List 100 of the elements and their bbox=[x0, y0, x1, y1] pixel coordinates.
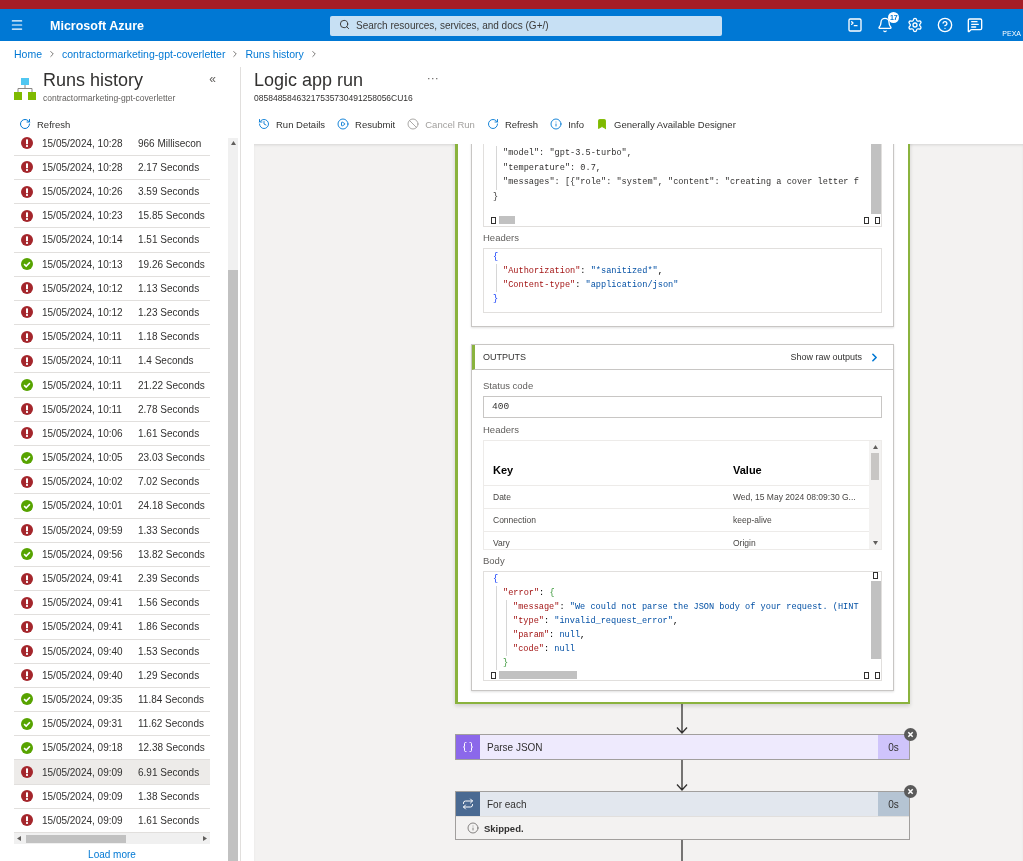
prohibited-icon bbox=[407, 118, 420, 130]
run-date: 15/05/2024, 10:11 bbox=[42, 403, 123, 415]
run-date: 15/05/2024, 09:56 bbox=[42, 548, 124, 560]
terminal-icon bbox=[847, 17, 864, 33]
run-date: 15/05/2024, 09:40 bbox=[42, 645, 124, 657]
run-duration: 15.85 Seconds bbox=[138, 210, 205, 222]
table-cell-text: Connection bbox=[492, 514, 537, 526]
run-date: 15/05/2024, 09:41 bbox=[42, 597, 124, 609]
breadcrumb-link[interactable]: Home bbox=[14, 48, 42, 60]
code-line: "type": "invalid_request_error", bbox=[513, 615, 680, 628]
code-line: "error": { bbox=[503, 587, 556, 600]
run-date: 15/05/2024, 10:11 bbox=[42, 331, 123, 343]
run-row[interactable]: 15/05/2024, 10:28 966 Millisecon bbox=[14, 134, 210, 156]
more-button[interactable]: ··· bbox=[426, 72, 439, 84]
workflow-icon bbox=[14, 78, 36, 100]
scroll-button-icon bbox=[491, 216, 496, 224]
connector-arrow bbox=[676, 704, 688, 734]
scroll-right-icon bbox=[203, 836, 207, 841]
help-icon bbox=[937, 17, 954, 33]
scrollbar-thumb bbox=[871, 453, 879, 480]
code-line: "message": "We could not parse the JSON body of your request. (HINT bbox=[513, 601, 860, 614]
settings-button[interactable] bbox=[907, 17, 924, 33]
run-duration: 1.18 Seconds bbox=[138, 331, 200, 343]
x-circle-icon bbox=[904, 785, 917, 798]
table-cell-text: keep-alive bbox=[732, 514, 773, 526]
run-duration: 6.91 Seconds bbox=[138, 766, 200, 778]
breadcrumb-link[interactable]: Runs history bbox=[245, 48, 304, 60]
table-cell-text: Vary bbox=[492, 537, 511, 549]
run-date: 15/05/2024, 09:09 bbox=[42, 766, 124, 778]
run-date: 15/05/2024, 10:12 bbox=[42, 282, 124, 294]
step-card[interactable]: Parse JSON 0s bbox=[455, 734, 910, 760]
run-date: 15/05/2024, 10:01 bbox=[42, 500, 124, 512]
designer-button[interactable]: Generally Available Designer bbox=[596, 114, 736, 134]
status-code-field: 400 bbox=[483, 396, 882, 418]
run-date: 15/05/2024, 10:05 bbox=[42, 452, 124, 464]
show-raw-outputs-link[interactable]: Show raw outputs bbox=[790, 350, 881, 364]
code-line: { bbox=[493, 573, 500, 586]
table-header-cell-text: Key bbox=[492, 463, 515, 477]
field-label: Headers bbox=[483, 232, 520, 244]
collapse-button[interactable]: « bbox=[209, 73, 216, 85]
code-line: { bbox=[493, 251, 500, 264]
code-line: "model": "gpt-3.5-turbo", bbox=[503, 147, 633, 160]
history-icon bbox=[258, 118, 270, 130]
scroll-up-icon bbox=[230, 141, 236, 145]
run-date: 15/05/2024, 09:59 bbox=[42, 524, 124, 536]
run-duration: 1.13 Seconds bbox=[138, 282, 200, 294]
run-date: 15/05/2024, 10:23 bbox=[42, 210, 124, 222]
menu-icon bbox=[10, 18, 24, 32]
scroll-up-icon bbox=[872, 445, 878, 449]
run-duration: 13.82 Seconds bbox=[138, 548, 205, 560]
run-duration: 2.39 Seconds bbox=[138, 573, 200, 585]
loop-icon bbox=[456, 792, 480, 816]
search-icon bbox=[339, 19, 350, 30]
run-date: 15/05/2024, 10:11 bbox=[42, 355, 123, 367]
run-date: 15/05/2024, 10:28 bbox=[42, 137, 124, 149]
run-date: 15/05/2024, 09:41 bbox=[42, 621, 124, 633]
terminal-button[interactable] bbox=[847, 17, 864, 33]
feedback-button[interactable] bbox=[967, 17, 984, 33]
run-duration: 1.23 Seconds bbox=[138, 306, 200, 318]
run-duration: 3.59 Seconds bbox=[138, 186, 200, 198]
step-card[interactable]: For each 0s Skipped. bbox=[455, 791, 910, 840]
code-line: "temperature": 0.7, bbox=[503, 161, 602, 175]
run-duration: 1.38 Seconds bbox=[138, 790, 200, 802]
run-row[interactable]: 15/05/2024, 09:09 6.91 Seconds bbox=[14, 760, 210, 785]
run-duration: 1.56 Seconds bbox=[138, 597, 200, 609]
table-cell-text: Date bbox=[492, 491, 512, 503]
bookmark-icon bbox=[596, 118, 608, 130]
run-date: 15/05/2024, 09:40 bbox=[42, 669, 124, 681]
field-label: Status code bbox=[483, 380, 535, 392]
run-date: 15/05/2024, 10:02 bbox=[42, 476, 124, 488]
code-line: } bbox=[503, 657, 510, 670]
connector-arrow bbox=[676, 760, 688, 791]
code-line: "Content-type": "application/json" bbox=[503, 279, 680, 292]
play-circle-icon bbox=[337, 118, 350, 130]
info-button[interactable]: Info bbox=[550, 114, 584, 134]
table-cell-text: Wed, 15 May 2024 08:09:30 G... bbox=[732, 491, 857, 503]
refresh-button[interactable]: Refresh bbox=[486, 114, 539, 134]
brand-name[interactable]: Microsoft Azure bbox=[50, 19, 144, 33]
settings-icon bbox=[907, 17, 924, 33]
speech-bubble-icon bbox=[967, 17, 984, 33]
run-duration: 966 Millisecon bbox=[138, 137, 202, 149]
load-more-link[interactable]: Load more bbox=[88, 849, 136, 861]
run-duration: 1.29 Seconds bbox=[138, 669, 200, 681]
table-cell-text: Origin bbox=[732, 537, 757, 549]
chevron-right-icon bbox=[47, 49, 57, 59]
run-duration: 1.61 Seconds bbox=[138, 814, 200, 826]
help-button[interactable] bbox=[937, 17, 954, 33]
menu-button[interactable] bbox=[10, 18, 24, 32]
run-date: 15/05/2024, 10:26 bbox=[42, 186, 124, 198]
refresh-button[interactable]: Refresh bbox=[19, 114, 71, 134]
run-duration: 23.03 Seconds bbox=[138, 452, 205, 464]
run-duration: 1.86 Seconds bbox=[138, 621, 200, 633]
run-details-button[interactable]: Run Details bbox=[258, 114, 326, 134]
run-duration: 2.78 Seconds bbox=[138, 403, 200, 415]
run-duration: 21.22 Seconds bbox=[138, 379, 205, 391]
search-field[interactable]: Search resources, services, and docs (G+/) bbox=[330, 15, 722, 36]
run-date: 15/05/2024, 09:09 bbox=[42, 814, 124, 826]
run-date: 15/05/2024, 10:11 bbox=[42, 379, 123, 391]
breadcrumb-link[interactable]: contractormarketing-gpt-coverletter bbox=[62, 48, 226, 60]
resubmit-button[interactable]: Resubmit bbox=[337, 114, 396, 134]
